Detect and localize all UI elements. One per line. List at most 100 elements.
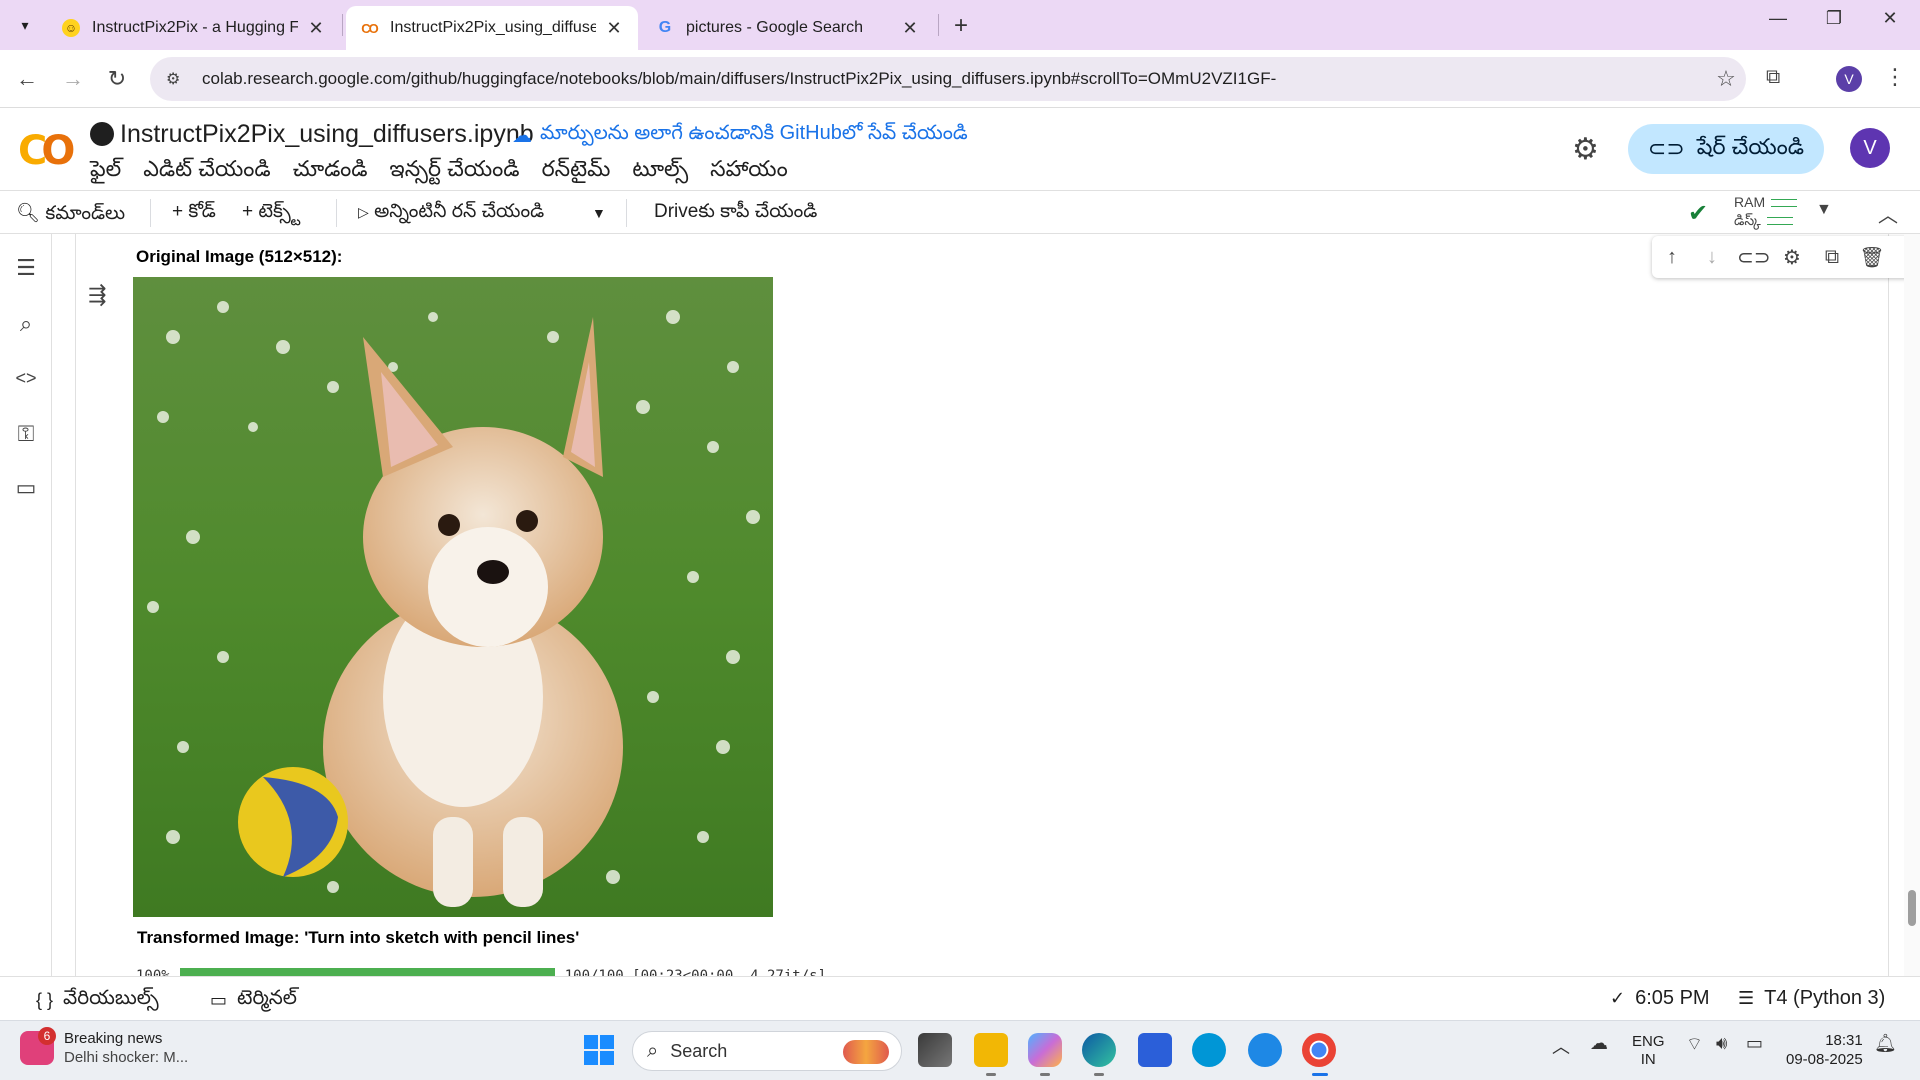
cell-settings-gear-icon[interactable]: ⚙	[1777, 245, 1807, 270]
menu-help[interactable]: సహాయం	[710, 156, 788, 187]
extensions-icon[interactable]: ⧉	[1766, 66, 1780, 89]
share-button[interactable]: ⊂⊃ షేర్ చేయండి	[1628, 124, 1824, 174]
play-icon: ▷	[358, 204, 369, 220]
resource-monitor[interactable]: RAM డిస్క్	[1734, 193, 1798, 229]
back-arrow-icon[interactable]: ←	[12, 64, 42, 94]
run-all-button[interactable]: ▷ అన్నింటినీ రన్ చేయండి	[358, 201, 544, 227]
notebook-scrollbar[interactable]	[1904, 234, 1920, 976]
connected-check-icon: ✔	[1688, 200, 1709, 227]
secrets-key-icon[interactable]: ⚿	[12, 420, 40, 448]
reload-icon[interactable]: ↻	[102, 64, 132, 94]
save-to-github-link[interactable]: ☁ మార్పులను అలాగే ఉంచడానికి GitHubలో సేవ…	[512, 122, 968, 149]
close-icon[interactable]: ✕	[900, 18, 920, 39]
commands-button[interactable]: 🔍︎ కమాండ్‌లు	[16, 201, 125, 229]
scrollbar-thumb[interactable]	[1908, 890, 1916, 926]
chevron-up-icon[interactable]: ︿	[1878, 199, 1898, 228]
chevron-up-icon[interactable]: ︿	[1552, 1033, 1570, 1059]
variables-button[interactable]: { } వేరియబుల్స్	[36, 987, 159, 1014]
delete-trash-icon[interactable]: 🗑︎	[1857, 245, 1887, 270]
file-explorer-icon[interactable]	[974, 1033, 1008, 1067]
runtime-dropdown-icon[interactable]: ▼	[1816, 201, 1832, 219]
task-view-icon[interactable]	[918, 1033, 952, 1067]
battery-icon[interactable]: ▭	[1746, 1033, 1763, 1054]
menu-runtime[interactable]: రన్‌టైమ్	[542, 156, 611, 187]
news-badge: 6	[38, 1027, 56, 1045]
window-close-button[interactable]: ✕	[1870, 8, 1910, 29]
menu-tools[interactable]: టూల్స్	[632, 156, 688, 187]
toolbar-divider	[150, 199, 151, 227]
news-widget[interactable]: 6 Breaking news Delhi shocker: M...	[20, 1027, 188, 1067]
address-bar[interactable]: ⚙ colab.research.google.com/github/huggi…	[150, 57, 1746, 101]
windows-start-icon[interactable]	[584, 1035, 614, 1065]
help-app-icon[interactable]	[1248, 1033, 1282, 1067]
last-run-time: 6:05 PM	[1635, 987, 1710, 1009]
colab-header: CO InstructPix2Pix_using_diffusers.ipynb…	[0, 108, 1920, 190]
add-code-button[interactable]: + కోడ్	[172, 201, 216, 227]
last-run-status[interactable]: ✓ 6:05 PM	[1610, 987, 1710, 1010]
copy-to-drive-button[interactable]: Driveకు కాపీ చేయండి	[654, 201, 817, 227]
settings-gear-icon[interactable]: ⚙	[1572, 132, 1599, 167]
minimize-button[interactable]: —	[1758, 8, 1798, 29]
url-text[interactable]: colab.research.google.com/github/hugging…	[202, 69, 1706, 89]
files-folder-icon[interactable]: ▭	[12, 474, 40, 502]
tab-search-button[interactable]: ▾	[8, 10, 42, 40]
site-settings-icon[interactable]: ⚙	[166, 69, 190, 89]
chrome-icon[interactable]	[1302, 1033, 1336, 1067]
left-sidebar: ☰ ⌕ <> ⚿ ▭	[0, 234, 52, 976]
tab-hugging-face[interactable]: ☺ InstructPix2Pix - a Hugging Face ✕	[48, 6, 340, 50]
user-avatar[interactable]: V	[1850, 128, 1890, 168]
output-toggle-icon[interactable]: ⇶	[88, 282, 106, 308]
mirror-cell-icon[interactable]: ⧉	[1817, 246, 1847, 269]
run-all-dropdown-icon[interactable]: ▼	[592, 205, 606, 221]
notebook-title[interactable]: InstructPix2Pix_using_diffusers.ipynb	[120, 120, 534, 149]
terminal-button[interactable]: ▭ టెర్మినల్	[210, 987, 297, 1014]
disk-label: డిస్క్	[1734, 212, 1761, 228]
menu-edit[interactable]: ఎడిట్ చేయండి	[143, 156, 270, 187]
bookmark-star-icon[interactable]: ☆	[1706, 66, 1746, 92]
system-clock[interactable]: 18:31 09-08-2025	[1786, 1031, 1863, 1069]
clock-date: 09-08-2025	[1786, 1051, 1863, 1068]
move-cell-up-icon[interactable]: ↑	[1657, 246, 1687, 269]
cell-link-icon[interactable]: ⊂⊃	[1737, 245, 1771, 270]
restore-button[interactable]: ❐	[1814, 8, 1854, 29]
code-snippets-icon[interactable]: <>	[12, 364, 40, 392]
tab-title: InstructPix2Pix_using_diffusers.ipynb	[390, 19, 596, 36]
close-icon[interactable]: ✕	[306, 18, 326, 39]
colab-logo[interactable]: CO	[18, 128, 75, 174]
taskbar-search[interactable]: ⌕ Search	[632, 1031, 902, 1071]
tab-colab-notebook[interactable]: CO InstructPix2Pix_using_diffusers.ipynb…	[346, 6, 638, 50]
progress-row: 100% 100/100 [00:23<00:00, 4.27it/s]	[136, 964, 826, 976]
move-cell-down-icon[interactable]: ↓	[1697, 246, 1727, 269]
forward-arrow-icon[interactable]: →	[58, 64, 88, 94]
copilot-icon[interactable]	[1028, 1033, 1062, 1067]
menu-insert[interactable]: ఇన్సర్ట్ చేయండి	[390, 156, 520, 187]
terminal-label: టెర్మినల్	[237, 987, 297, 1009]
onedrive-cloud-icon[interactable]: ☁	[1590, 1033, 1608, 1054]
ram-label: RAM	[1734, 194, 1766, 210]
edge-browser-icon[interactable]	[1082, 1033, 1116, 1067]
notification-bell-icon[interactable]: 🔔︎	[1874, 1033, 1897, 1054]
more-options-icon[interactable]: ⋮	[1897, 245, 1904, 270]
volume-icon[interactable]: 🔊︎	[1716, 1033, 1727, 1054]
table-of-contents-icon[interactable]: ☰	[12, 254, 40, 282]
menu-file[interactable]: ఫైల్	[90, 156, 121, 187]
add-text-button[interactable]: + టెక్స్ట్	[242, 201, 300, 227]
browser-menu-icon[interactable]: ⋮	[1884, 64, 1906, 90]
find-replace-icon[interactable]: ⌕	[12, 310, 40, 338]
menu-view[interactable]: చూడండి	[293, 156, 368, 187]
menu-bar: ఫైల్ ఎడిట్ చేయండి చూడండి ఇన్సర్ట్ చేయండి…	[90, 156, 788, 187]
new-tab-button[interactable]: +	[948, 12, 974, 40]
hp-app-icon[interactable]	[1192, 1033, 1226, 1067]
wifi-icon[interactable]: ⌔	[1686, 1033, 1703, 1056]
browser-profile-avatar[interactable]: V	[1836, 66, 1862, 92]
notebook-main: ⇶ Original Image (512×512): Transformed …	[52, 234, 1904, 976]
app-active-indicator	[1312, 1073, 1328, 1076]
hugging-face-icon: ☺	[62, 19, 80, 37]
tab-google-search[interactable]: G pictures - Google Search ✕	[642, 6, 934, 50]
input-language[interactable]: ENG IN	[1632, 1033, 1665, 1069]
cell-border	[75, 234, 76, 976]
runtime-status[interactable]: ☰ T4 (Python 3)	[1738, 987, 1885, 1010]
microsoft-store-icon[interactable]	[1138, 1033, 1172, 1067]
close-icon[interactable]: ✕	[604, 18, 624, 39]
language-code: ENG	[1632, 1033, 1665, 1050]
